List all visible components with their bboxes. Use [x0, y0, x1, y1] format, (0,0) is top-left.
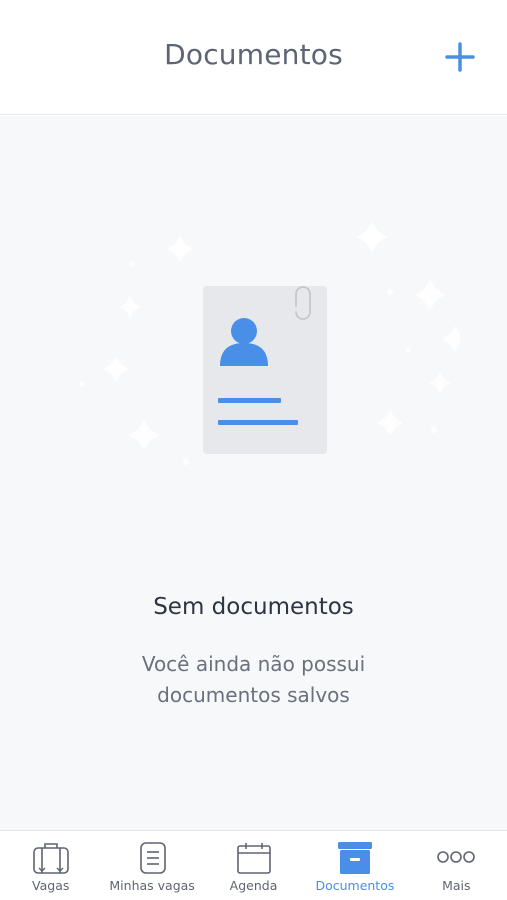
- document-profile-illustration: [79, 222, 460, 465]
- app-header: Documentos: [0, 0, 507, 115]
- tab-label: Minhas vagas: [109, 878, 195, 893]
- empty-state-title: Sem documentos: [153, 594, 354, 620]
- tab-label: Agenda: [229, 878, 278, 893]
- document-list-icon: [140, 842, 166, 874]
- empty-state-area: Sem documentos Você ainda não possui doc…: [0, 116, 507, 830]
- tab-documentos[interactable]: Documentos: [304, 831, 405, 900]
- archive-box-icon: [337, 842, 372, 874]
- page-title: Documentos: [164, 38, 343, 71]
- tab-label: Vagas: [32, 878, 70, 893]
- document-card: [203, 286, 327, 454]
- tab-minhas-vagas[interactable]: Minhas vagas: [101, 831, 202, 900]
- more-dots-icon: [437, 851, 476, 863]
- text-line-1: [218, 398, 281, 403]
- tab-agenda[interactable]: Agenda: [203, 831, 304, 900]
- empty-state-description: Você ainda não possui documentos salvos: [141, 652, 366, 707]
- tab-label: Mais: [442, 878, 471, 893]
- bottom-tab-bar: Vagas Minhas vagas Agenda Documentos Mai…: [0, 830, 507, 900]
- tab-mais[interactable]: Mais: [406, 831, 507, 900]
- add-document-button[interactable]: [443, 40, 477, 74]
- plus-icon: [445, 42, 475, 72]
- calendar-icon: [236, 843, 271, 874]
- tab-label: Documentos: [315, 878, 395, 893]
- text-line-2: [218, 420, 298, 425]
- tab-vagas[interactable]: Vagas: [0, 831, 101, 900]
- suitcase-icon: [32, 843, 69, 874]
